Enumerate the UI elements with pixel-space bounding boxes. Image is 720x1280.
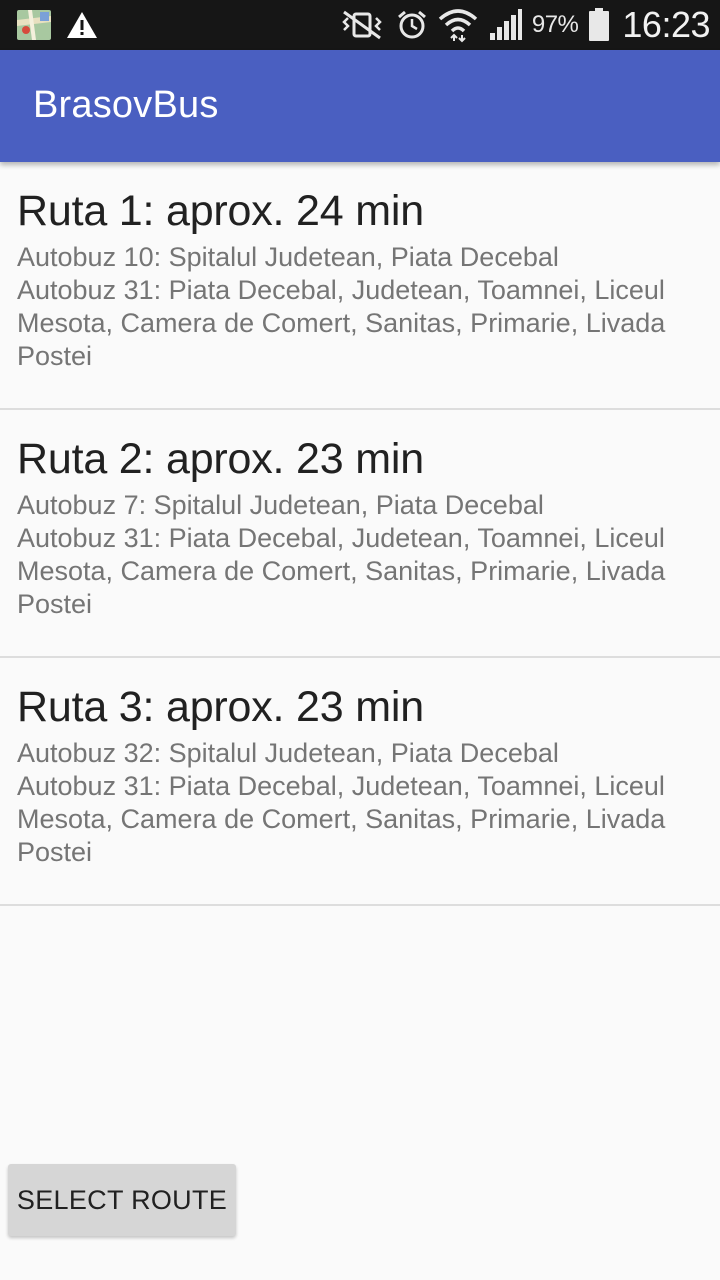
wifi-icon <box>438 7 478 43</box>
route-item-1[interactable]: Ruta 1: aprox. 24 min Autobuz 10: Spital… <box>0 162 720 410</box>
warning-icon <box>66 10 98 40</box>
battery-percent: 97% <box>531 11 579 38</box>
route-title: Ruta 2: aprox. 23 min <box>17 435 424 483</box>
status-bar-notifications <box>16 8 112 42</box>
select-route-button[interactable]: SELECT ROUTE <box>8 1164 236 1236</box>
route-bus-line: Autobuz 7: Spitalul Judetean, Piata Dece… <box>17 490 544 520</box>
signal-icon <box>488 9 522 41</box>
route-description: Autobuz 32: Spitalul Judetean, Piata Dec… <box>17 737 704 869</box>
app-title: BrasovBus <box>33 84 219 126</box>
clock: 16:23 <box>622 4 710 45</box>
route-list: Ruta 1: aprox. 24 min Autobuz 10: Spital… <box>0 162 720 906</box>
route-item-2[interactable]: Ruta 2: aprox. 23 min Autobuz 7: Spitalu… <box>0 410 720 658</box>
route-bus-line: Autobuz 32: Spitalul Judetean, Piata Dec… <box>17 738 559 768</box>
status-bar: 97% 16:23 <box>0 0 720 50</box>
alarm-icon <box>396 9 428 41</box>
route-bus-line: Autobuz 10: Spitalul Judetean, Piata Dec… <box>17 242 559 272</box>
route-bus-line: Autobuz 31: Piata Decebal, Judetean, Toa… <box>17 771 666 867</box>
status-bar-system: 97% 16:23 <box>328 4 710 46</box>
route-bus-line: Autobuz 31: Piata Decebal, Judetean, Toa… <box>17 275 666 371</box>
route-title: Ruta 1: aprox. 24 min <box>17 187 424 235</box>
route-item-3[interactable]: Ruta 3: aprox. 23 min Autobuz 32: Spital… <box>0 658 720 906</box>
route-description: Autobuz 7: Spitalul Judetean, Piata Dece… <box>17 489 704 621</box>
route-title: Ruta 3: aprox. 23 min <box>17 683 424 731</box>
maps-notification-icon <box>16 8 52 42</box>
route-description: Autobuz 10: Spitalul Judetean, Piata Dec… <box>17 241 704 373</box>
battery-icon <box>588 8 610 42</box>
route-bus-line: Autobuz 31: Piata Decebal, Judetean, Toa… <box>17 523 666 619</box>
screen: 97% 16:23 BrasovBus Ruta 1: aprox. 24 mi… <box>0 0 720 1280</box>
app-bar: BrasovBus <box>0 50 720 162</box>
vibrate-mute-icon <box>338 10 386 40</box>
